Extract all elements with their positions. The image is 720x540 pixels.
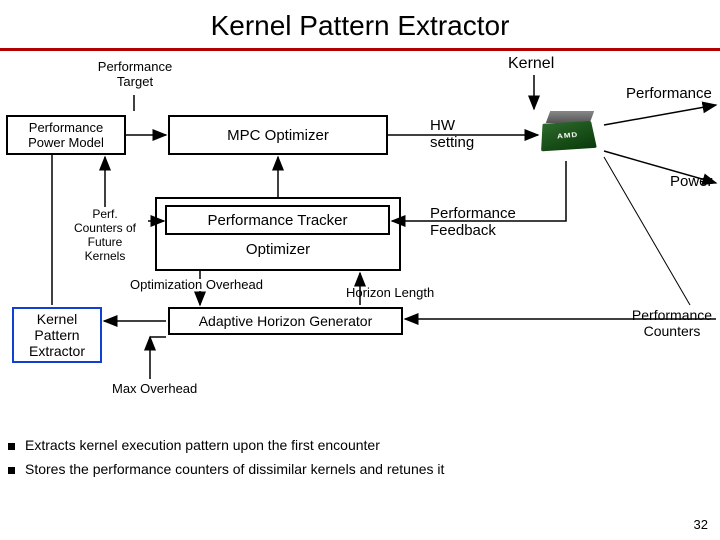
label-performance-counters: Performance Counters [624,307,720,339]
cpu-chip-icon: AMD [540,111,604,161]
label-performance-target: Performance Target [90,59,180,89]
label-perf-counters-future: Perf. Counters of Future Kernels [62,207,148,263]
bullet-item: Extracts kernel execution pattern upon t… [8,437,712,453]
label-optimization-overhead: Optimization Overhead [130,277,263,292]
box-kernel-pattern-extractor: Kernel Pattern Extractor [12,307,102,363]
label-kernel: Kernel [508,55,554,73]
label-max-overhead: Max Overhead [112,381,197,396]
block-diagram: Performance Target Kernel Performance HW… [0,55,720,425]
box-power-model: Performance Power Model [6,115,126,155]
label-performance: Performance [626,85,712,102]
box-mpc-optimizer: MPC Optimizer [168,115,388,155]
label-power: Power [670,173,713,190]
label-hw-setting: HW setting [430,117,490,151]
label-horizon-length: Horizon Length [346,285,434,300]
bullet-text: Stores the performance counters of dissi… [25,461,444,477]
box-optimizer-label: Optimizer [168,241,388,258]
bullet-icon [8,443,15,450]
box-performance-tracker: Performance Tracker [165,205,390,235]
bullet-text: Extracts kernel execution pattern upon t… [25,437,380,453]
label-performance-feedback: Performance Feedback [430,205,530,239]
bullet-item: Stores the performance counters of dissi… [8,461,712,477]
chip-brand: AMD [557,130,579,139]
slide-title: Kernel Pattern Extractor [0,0,720,48]
bullet-icon [8,467,15,474]
slide-number: 32 [694,517,708,532]
title-underline [0,48,720,51]
box-adaptive-horizon: Adaptive Horizon Generator [168,307,403,335]
bullet-list: Extracts kernel execution pattern upon t… [0,425,720,477]
